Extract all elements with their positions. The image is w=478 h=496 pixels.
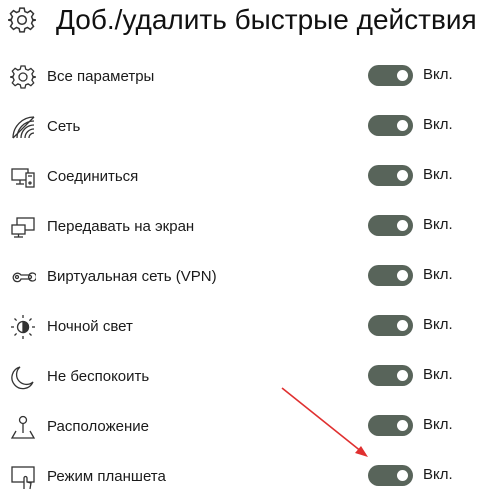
toggle-switch[interactable] bbox=[368, 215, 413, 236]
toggle-state: Вкл. bbox=[423, 66, 453, 83]
item-label: Расположение bbox=[47, 418, 149, 435]
toggle-state: Вкл. bbox=[423, 466, 453, 483]
item-label: Виртуальная сеть (VPN) bbox=[47, 268, 217, 285]
toggle-state: Вкл. bbox=[423, 416, 453, 433]
toggle-switch[interactable] bbox=[368, 165, 413, 186]
toggle-knob bbox=[397, 270, 408, 281]
toggle-switch[interactable] bbox=[368, 65, 413, 86]
item-label: Ночной свет bbox=[47, 318, 133, 335]
moon-icon bbox=[10, 364, 36, 390]
toggle-switch[interactable] bbox=[368, 315, 413, 336]
item-label: Сеть bbox=[47, 118, 81, 135]
toggle-knob bbox=[397, 220, 408, 231]
item-label: Не беспокоить bbox=[47, 368, 150, 385]
project-icon bbox=[10, 214, 36, 240]
night-light-icon bbox=[10, 314, 36, 340]
toggle-knob bbox=[397, 370, 408, 381]
list-item-network: Сеть Вкл. bbox=[0, 105, 470, 145]
toggle-knob bbox=[397, 70, 408, 81]
toggle-switch[interactable] bbox=[368, 415, 413, 436]
item-label: Режим планшета bbox=[47, 468, 166, 485]
toggle-state: Вкл. bbox=[423, 316, 453, 333]
toggle-switch[interactable] bbox=[368, 115, 413, 136]
toggle-knob bbox=[397, 170, 408, 181]
toggle-state: Вкл. bbox=[423, 166, 453, 183]
item-label: Соединиться bbox=[47, 168, 139, 185]
gear-icon bbox=[9, 64, 37, 90]
list-item-tablet-mode: Режим планшета Вкл. bbox=[0, 455, 470, 495]
list-item-all-settings: Все параметры Вкл. bbox=[0, 55, 470, 95]
page-title: Доб./удалить быстрые действия bbox=[56, 4, 477, 35]
list-item-project: Передавать на экран Вкл. bbox=[0, 205, 470, 245]
toggle-state: Вкл. bbox=[423, 216, 453, 233]
item-label: Передавать на экран bbox=[47, 218, 195, 235]
toggle-knob bbox=[397, 470, 408, 481]
item-label: Все параметры bbox=[47, 68, 155, 85]
toggle-knob bbox=[397, 420, 408, 431]
toggle-state: Вкл. bbox=[423, 266, 453, 283]
list-item-quiet-hours: Не беспокоить Вкл. bbox=[0, 355, 470, 395]
list-item-connect: Соединиться Вкл. bbox=[0, 155, 470, 195]
location-icon bbox=[10, 414, 36, 440]
toggle-knob bbox=[397, 320, 408, 331]
list-item-vpn: Виртуальная сеть (VPN) Вкл. bbox=[0, 255, 470, 295]
toggle-switch[interactable] bbox=[368, 465, 413, 486]
toggle-switch[interactable] bbox=[368, 265, 413, 286]
tablet-mode-icon bbox=[10, 464, 36, 490]
toggle-switch[interactable] bbox=[368, 365, 413, 386]
gear-icon bbox=[7, 6, 37, 34]
header: Доб./удалить быстрые действия bbox=[0, 0, 478, 44]
connect-icon bbox=[10, 164, 36, 190]
toggle-state: Вкл. bbox=[423, 366, 453, 383]
list-item-night-light: Ночной свет Вкл. bbox=[0, 305, 470, 345]
network-wifi-icon bbox=[10, 114, 36, 140]
list-item-location: Расположение Вкл. bbox=[0, 405, 470, 445]
vpn-icon bbox=[10, 264, 38, 290]
toggle-state: Вкл. bbox=[423, 116, 453, 133]
toggle-knob bbox=[397, 120, 408, 131]
